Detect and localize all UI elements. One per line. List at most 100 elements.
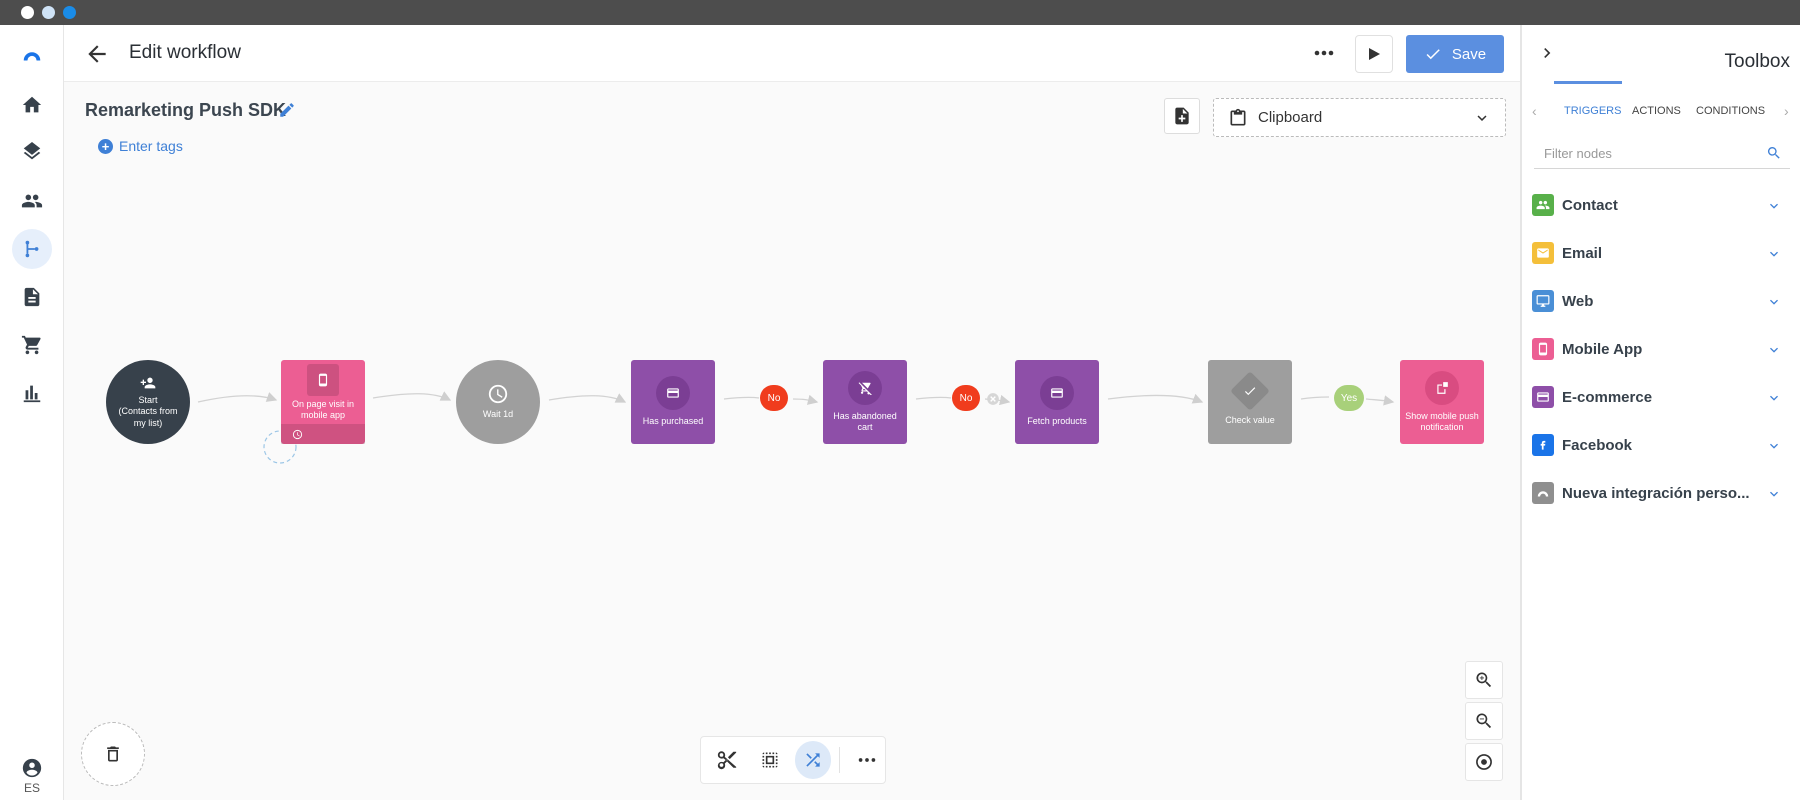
tab-conditions[interactable]: CONDITIONS [1696, 105, 1765, 117]
play-icon [1369, 48, 1380, 60]
toolbox-title: Toolbox [1724, 51, 1791, 72]
back-arrow-icon[interactable] [84, 41, 110, 67]
toolbar-divider [839, 747, 841, 773]
check-icon [1244, 387, 1256, 396]
node-wait[interactable]: Wait 1d [456, 360, 540, 444]
workflow-canvas[interactable]: Remarketing Push SDK + Enter tags Clipbo… [64, 82, 1520, 800]
chevron-right-icon[interactable] [1537, 43, 1557, 63]
delete-drop-zone[interactable] [81, 722, 145, 786]
home-icon[interactable] [12, 85, 52, 125]
node-icon-badge [848, 370, 882, 405]
save-button-label: Save [1451, 45, 1487, 63]
zoom-in-button[interactable] [1465, 661, 1503, 699]
tabs-scroll-right-icon[interactable]: › [1784, 103, 1789, 119]
more-options-icon[interactable] [1309, 43, 1339, 63]
account-icon[interactable] [20, 756, 44, 780]
close-dot[interactable] [21, 6, 34, 19]
tab-actions[interactable]: ACTIONS [1632, 105, 1681, 117]
node-fetch-products-label: Fetch products [1027, 416, 1087, 427]
node-abandoned-cart[interactable]: Has abandoned cart [823, 360, 907, 444]
window-title-bar [0, 0, 1800, 25]
branch-no-badge[interactable]: No [952, 385, 980, 411]
chevron-down-icon [1770, 299, 1778, 305]
node-push-notification[interactable]: Show mobile push notification [1400, 360, 1484, 444]
check-icon [1426, 49, 1440, 60]
mobile-icon [318, 373, 328, 387]
card-icon [667, 388, 679, 399]
category-label: Contact [1562, 196, 1618, 214]
toolbox-panel: Toolbox ‹ TRIGGERS ACTIONS CONDITIONS › … [1520, 25, 1800, 800]
language-label[interactable]: ES [0, 781, 64, 795]
node-start[interactable]: Start (Contacts from my list) [106, 360, 190, 444]
toolbar-more-button[interactable] [848, 741, 885, 779]
active-tab-indicator [1554, 81, 1622, 84]
tab-triggers[interactable]: TRIGGERS [1564, 105, 1621, 117]
node-page-visit[interactable]: On page visit in mobile app [281, 360, 365, 444]
email-icon [1532, 242, 1554, 264]
page-title: Edit workflow [129, 42, 241, 63]
node-wait-label: Wait 1d [482, 409, 514, 420]
category-custom-integration[interactable]: Nueva integración perso... [1532, 476, 1792, 510]
category-label: Facebook [1562, 436, 1633, 454]
category-web[interactable]: Web [1532, 284, 1792, 318]
monitor-icon [1532, 290, 1554, 312]
card-icon [1532, 386, 1554, 408]
filter-nodes-field [1534, 139, 1790, 169]
select-all-icon [762, 752, 778, 768]
target-icon [1476, 754, 1492, 770]
category-ecommerce[interactable]: E-commerce [1532, 380, 1792, 414]
workflow-icon[interactable] [12, 229, 52, 269]
node-check-value[interactable]: Check value [1208, 360, 1292, 444]
maximize-dot[interactable] [63, 6, 76, 19]
chevron-down-icon [1770, 395, 1778, 401]
remove-connection-icon[interactable] [986, 392, 1000, 406]
category-email[interactable]: Email [1532, 236, 1792, 270]
select-area-button[interactable] [752, 741, 789, 779]
node-has-purchased[interactable]: Has purchased [631, 360, 715, 444]
cart-icon[interactable] [12, 325, 52, 365]
node-icon-badge [1230, 371, 1270, 412]
node-schedule-strip [281, 424, 365, 444]
run-button[interactable] [1355, 35, 1393, 73]
node-check-value-label: Check value [1225, 415, 1275, 426]
layers-icon[interactable] [12, 133, 52, 173]
node-icon-badge [1040, 376, 1074, 411]
clock-icon [488, 385, 508, 404]
logo-icon[interactable] [12, 35, 52, 75]
more-options-icon [858, 758, 875, 762]
filter-nodes-input[interactable] [1544, 146, 1754, 161]
chevron-down-icon [1770, 203, 1778, 209]
node-icon-badge [1425, 370, 1459, 405]
zoom-out-icon [1476, 713, 1492, 729]
canvas-toolbar [700, 736, 886, 784]
scissors-icon [718, 751, 737, 770]
node-abandoned-cart-label: Has abandoned cart [833, 410, 897, 432]
category-facebook[interactable]: Facebook [1532, 428, 1792, 462]
cart-off-icon [858, 382, 872, 395]
left-nav-rail: ES [0, 25, 64, 800]
minimize-dot[interactable] [42, 6, 55, 19]
chevron-down-icon [1770, 251, 1778, 257]
stats-icon[interactable] [12, 373, 52, 413]
category-contact[interactable]: Contact [1532, 188, 1792, 222]
node-icon-badge [656, 376, 690, 411]
document-icon[interactable] [12, 277, 52, 317]
chevron-down-icon [1770, 491, 1778, 497]
zoom-in-icon [1476, 672, 1492, 688]
contacts-icon[interactable] [12, 181, 52, 221]
page-header: Edit workflow Save [64, 25, 1520, 82]
auto-layout-button[interactable] [794, 741, 832, 779]
cut-button[interactable] [709, 741, 746, 779]
node-fetch-products[interactable]: Fetch products [1015, 360, 1099, 444]
category-mobile-app[interactable]: Mobile App [1532, 332, 1792, 366]
branch-no-badge[interactable]: No [760, 385, 788, 411]
zoom-out-button[interactable] [1465, 702, 1503, 740]
branch-yes-badge[interactable]: Yes [1334, 385, 1364, 411]
center-view-button[interactable] [1465, 743, 1503, 781]
tabs-scroll-left-icon[interactable]: ‹ [1532, 103, 1537, 119]
user-add-icon [140, 377, 156, 389]
save-button[interactable]: Save [1406, 35, 1504, 73]
clock-icon [292, 429, 303, 439]
card-icon [1051, 388, 1063, 399]
node-push-notification-label: Show mobile push notification [1405, 410, 1479, 432]
